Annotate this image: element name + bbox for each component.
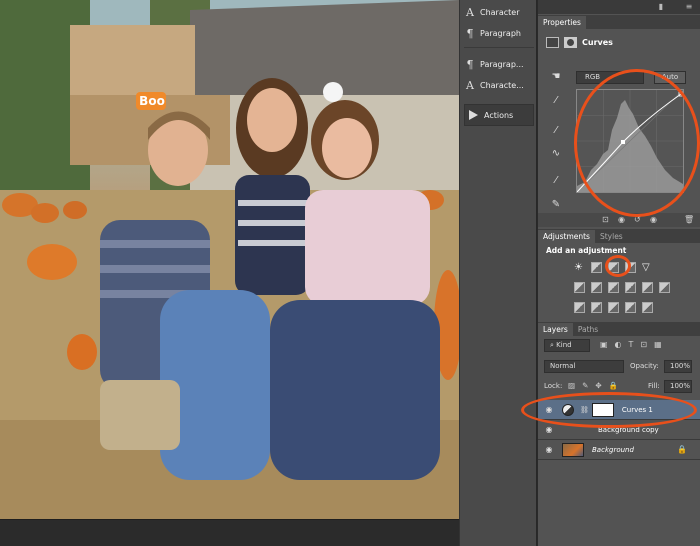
posterize-icon[interactable] — [591, 302, 602, 313]
chain-link-icon[interactable]: ⛓ — [580, 406, 589, 414]
dock-item-character[interactable]: A Character — [464, 3, 534, 21]
vibrance-icon[interactable]: ▽ — [642, 262, 653, 273]
layer-mask-icon[interactable] — [564, 37, 577, 48]
color-balance-icon[interactable] — [591, 282, 602, 293]
character-styles-icon: A — [466, 78, 474, 92]
character-icon: A — [466, 5, 474, 19]
layer-row-curves[interactable]: ◉ ⛓ Curves 1 — [538, 400, 700, 420]
hue-saturation-icon[interactable] — [574, 282, 585, 293]
layer-name: Background — [592, 445, 634, 454]
fill-label: Fill: — [648, 382, 660, 390]
curves-icon[interactable] — [608, 262, 619, 273]
document-canvas[interactable]: Boo — [0, 0, 459, 519]
play-icon — [469, 110, 478, 120]
tab-properties[interactable]: Properties — [538, 16, 586, 29]
photo-filter-icon[interactable] — [625, 282, 636, 293]
dock-item-label: Actions — [484, 110, 514, 120]
channel-select[interactable]: RGB — [576, 71, 644, 84]
channel-mixer-icon[interactable] — [642, 282, 653, 293]
black-eyedropper-icon[interactable]: ⁄ — [548, 94, 564, 108]
layers-tabbar: Layers Paths — [538, 322, 700, 336]
dock-item-label: Paragrap... — [480, 59, 524, 69]
threshold-icon[interactable] — [608, 302, 619, 313]
canvas-status-bar — [0, 519, 459, 546]
layer-name: Background copy — [598, 425, 659, 434]
clip-to-layer-icon[interactable]: ⊡ — [602, 215, 609, 224]
brightness-icon[interactable]: ☀ — [574, 262, 585, 273]
view-previous-icon[interactable]: ◉ — [618, 215, 625, 224]
white-eyedropper-icon[interactable]: ⁄ — [548, 174, 564, 188]
family-photo — [0, 0, 459, 519]
dock-item-actions[interactable]: Actions — [464, 104, 534, 126]
fill-field[interactable]: 100% — [664, 380, 692, 393]
layer-filter-select[interactable]: ⌕ Kind — [544, 339, 590, 352]
auto-button[interactable]: Auto — [654, 71, 686, 84]
eye-icon[interactable]: ◉ — [542, 445, 556, 454]
dock-item-label: Characte... — [480, 80, 524, 90]
properties-header: Curves — [546, 37, 613, 48]
tab-styles[interactable]: Styles — [595, 230, 628, 243]
curve-point-icon[interactable]: ∿ — [548, 147, 564, 161]
adjustment-row-1: ☀ ▽ — [574, 262, 653, 273]
dock-item-label: Paragraph — [480, 28, 521, 38]
exposure-icon[interactable] — [625, 262, 636, 273]
collapse-icon[interactable]: ▮ — [656, 2, 666, 11]
lock-icon: 🔒 — [677, 445, 687, 454]
panel-header-strip: ▮ ≡ — [538, 0, 700, 14]
black-white-icon[interactable] — [608, 282, 619, 293]
layer-row-background[interactable]: ◉ Background 🔒 — [538, 440, 700, 460]
properties-footer: ⊡ ◉ ↺ ◉ 🗑 — [538, 213, 700, 227]
properties-tabbar: Properties — [538, 15, 700, 29]
curves-adjustment-icon — [546, 37, 559, 48]
opacity-field[interactable]: 100% — [664, 360, 692, 373]
eye-icon[interactable]: ◉ — [542, 425, 556, 434]
layer-filter-icons[interactable]: ▣◐T⊡▦ — [600, 340, 669, 349]
adjustments-heading: Add an adjustment — [546, 246, 627, 255]
opacity-label: Opacity: — [630, 362, 659, 370]
dock-item-paragraph[interactable]: ¶ Paragraph — [464, 24, 534, 42]
dock-divider — [464, 47, 534, 48]
blend-mode-select[interactable]: Normal — [544, 360, 624, 373]
layer-thumbnail — [562, 442, 584, 457]
layer-name: Curves 1 — [621, 405, 653, 414]
tab-layers[interactable]: Layers — [538, 323, 573, 336]
adjustment-row-2 — [574, 282, 670, 293]
color-lookup-icon[interactable] — [659, 282, 670, 293]
lock-icons[interactable]: ▨✎✥🔒 — [568, 381, 625, 390]
gradient-map-icon[interactable] — [642, 302, 653, 313]
dock-item-label: Character — [480, 7, 520, 17]
panel-dock: A Character ¶ Paragraph ¶ Paragrap... A … — [459, 0, 536, 546]
trash-icon[interactable]: 🗑 — [684, 215, 694, 224]
adjustments-tabbar: Adjustments Styles — [538, 229, 700, 243]
layer-filter-value: Kind — [556, 341, 572, 349]
photo-sign-text: Boo — [139, 94, 165, 108]
dock-item-character-styles[interactable]: A Characte... — [464, 76, 534, 94]
gray-eyedropper-icon[interactable]: ⁄ — [548, 124, 564, 138]
histogram — [576, 89, 684, 193]
eye-icon[interactable]: ◉ — [542, 405, 556, 414]
reset-icon[interactable]: ↺ — [634, 215, 641, 224]
selective-color-icon[interactable] — [625, 302, 636, 313]
tab-adjustments[interactable]: Adjustments — [538, 230, 595, 243]
pencil-icon[interactable]: ✎ — [548, 198, 564, 212]
hand-adjust-icon[interactable]: ☚ — [548, 70, 564, 84]
properties-title: Curves — [582, 38, 613, 47]
curves-graph[interactable] — [576, 89, 684, 193]
visibility-icon[interactable]: ◉ — [650, 215, 657, 224]
curves-adjustment-icon — [562, 403, 574, 416]
invert-icon[interactable] — [574, 302, 585, 313]
levels-icon[interactable] — [591, 262, 602, 273]
layer-row-background-copy[interactable]: ◉ Background copy — [538, 420, 700, 440]
lock-label: Lock: — [544, 382, 563, 390]
mask-thumbnail[interactable] — [591, 402, 614, 417]
panel-column: ▮ ≡ Properties Curves ☚ ⁄ ⁄ ∿ ⁄ ✎ RGB Au… — [537, 0, 700, 546]
paragraph-icon: ¶ — [466, 26, 474, 40]
adjustment-row-3 — [574, 302, 653, 313]
paragraph-styles-icon: ¶ — [466, 57, 474, 71]
tab-paths[interactable]: Paths — [573, 323, 603, 336]
dock-item-paragraph-styles[interactable]: ¶ Paragrap... — [464, 55, 534, 73]
panel-menu-icon[interactable]: ≡ — [684, 2, 694, 11]
